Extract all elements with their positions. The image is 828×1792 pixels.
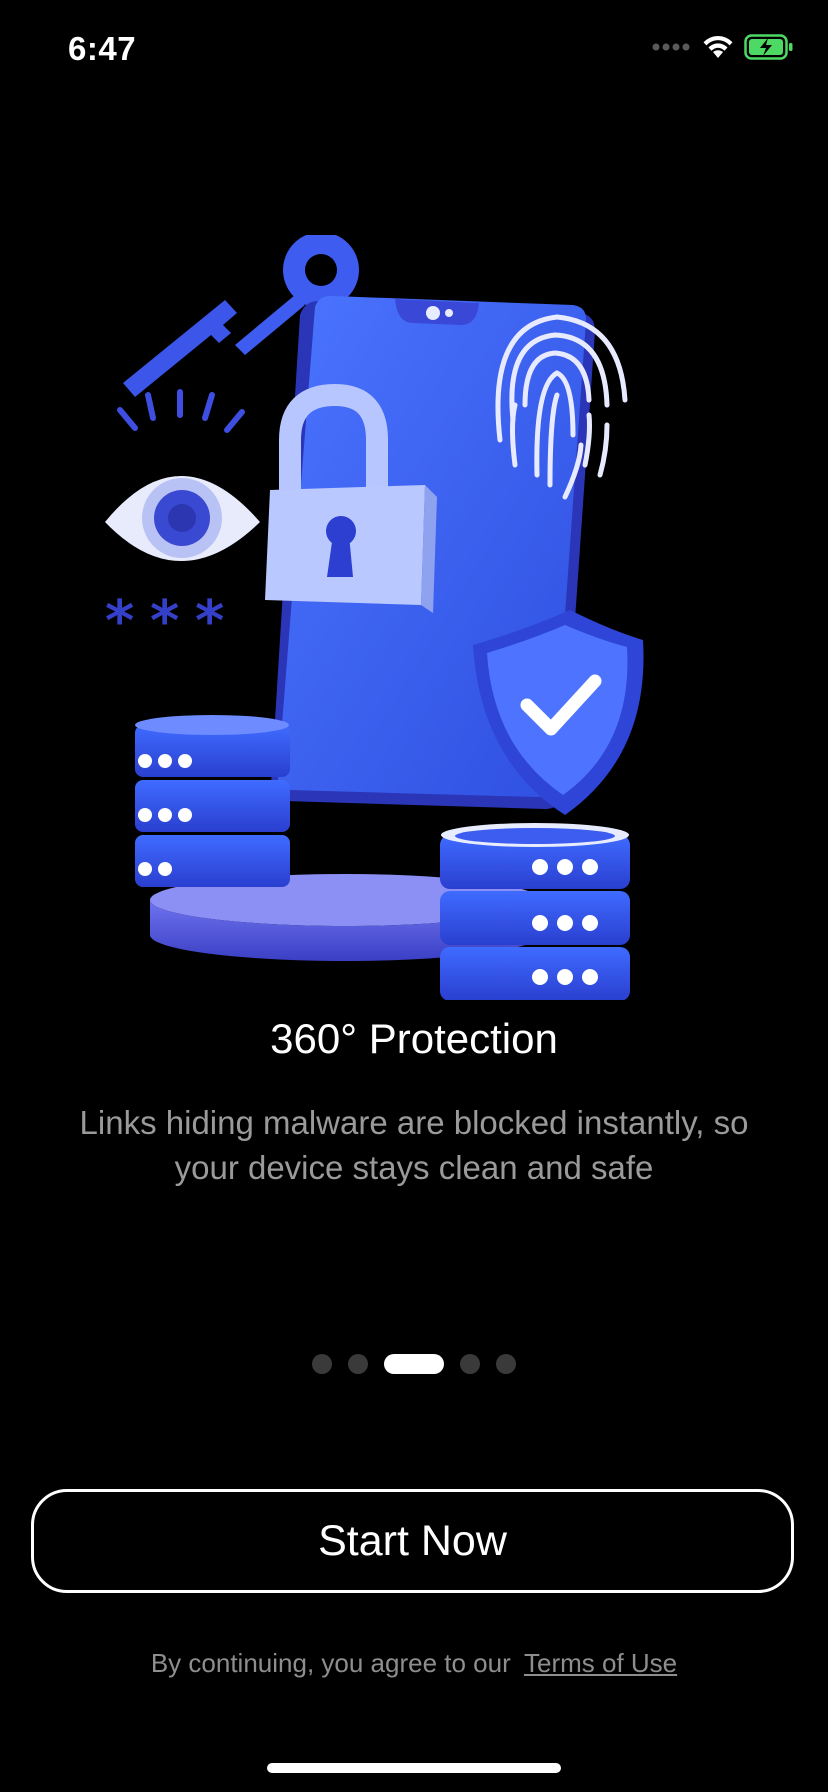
page-indicator [0,1354,828,1374]
svg-text:*: * [150,589,179,654]
security-illustration: * * * [105,235,644,1000]
start-now-button[interactable]: Start Now [31,1489,794,1593]
wifi-icon [703,35,733,58]
page-dot-2[interactable] [348,1354,368,1374]
onboarding-title: 360° Protection [270,1015,558,1062]
server-stack-right-icon [440,823,630,1000]
page-dot-3-active[interactable] [384,1354,444,1374]
battery-charging-icon [744,34,793,60]
password-asterisks-icon: * * * [105,589,224,654]
terms-footer: By continuing, you agree to our Terms of… [0,1648,828,1679]
svg-text:*: * [195,589,224,654]
page-dot-4[interactable] [460,1354,480,1374]
signal-dots-icon [652,43,690,51]
onboarding-subtitle: Links hiding malware are blocked instant… [79,1104,749,1186]
home-indicator[interactable] [267,1763,561,1773]
status-bar: 6:47 [0,0,828,100]
terms-of-use-link[interactable]: Terms of Use [524,1648,677,1678]
page-dot-1[interactable] [312,1354,332,1374]
status-icons [652,34,794,60]
eye-icon [105,389,260,561]
status-time: 6:47 [68,30,137,67]
terms-prefix: By continuing, you agree to our [150,1648,511,1678]
server-stack-left-icon [135,715,290,887]
svg-text:*: * [105,589,134,654]
page-dot-5[interactable] [496,1354,516,1374]
onboarding-screen: 6:47 * * * 360° Protection Links hiding … [0,0,828,1792]
